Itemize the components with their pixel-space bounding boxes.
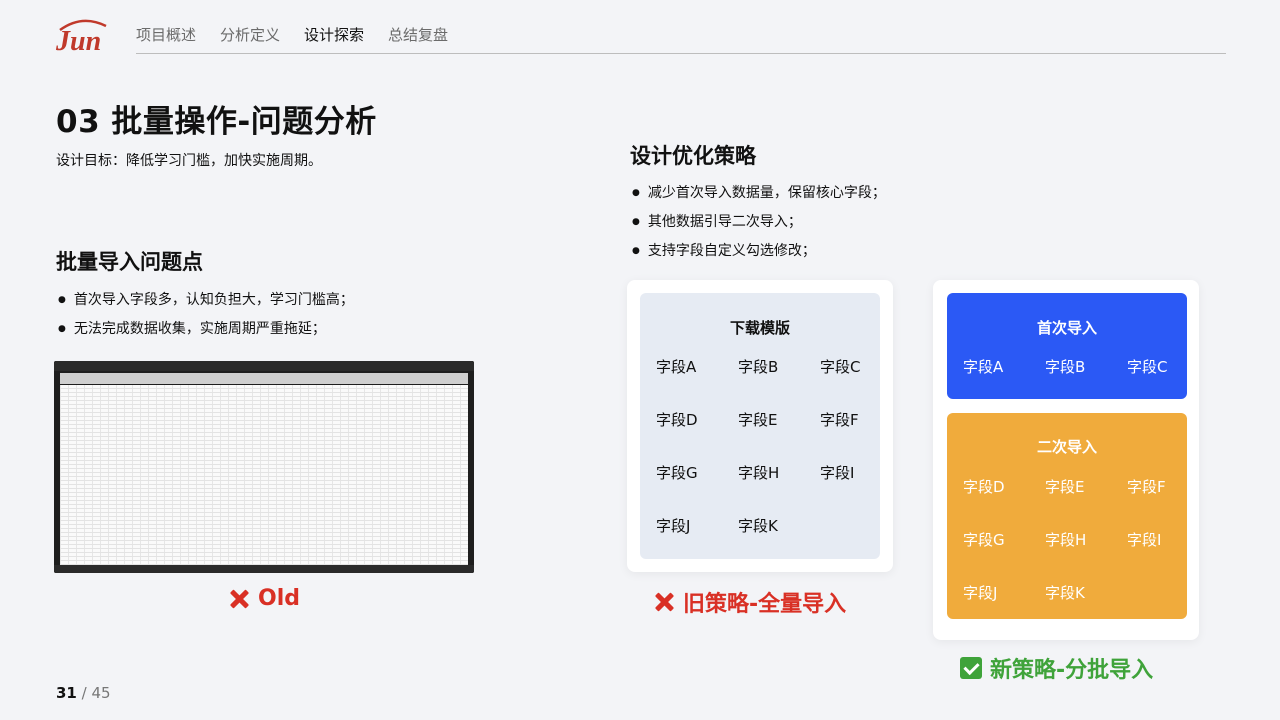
download-template-title: 下载模版: [729, 319, 790, 337]
field-item: 字段G: [656, 464, 698, 482]
current-page: 31: [56, 684, 77, 702]
first-import-title: 首次导入: [1036, 319, 1097, 337]
page-indicator: 31 / 45: [56, 684, 111, 702]
field-item: 字段C: [820, 358, 861, 376]
field-item: 字段G: [963, 531, 1005, 549]
field-item: 字段E: [738, 411, 778, 429]
old-label-text: Old: [258, 586, 300, 611]
sheet-grid: [60, 385, 468, 565]
strategy-list: 减少首次导入数据量，保留核心字段； 其他数据引导二次导入； 支持字段自定义勾选修…: [632, 180, 886, 267]
nav-divider: [136, 53, 1226, 54]
field-item: 字段K: [1045, 584, 1085, 602]
problem-item: 无法完成数据收集，实施周期严重拖延；: [58, 316, 354, 345]
field-item: 字段B: [738, 358, 779, 376]
field-item: 字段B: [1045, 358, 1086, 376]
sheet-toolbar: [54, 361, 474, 371]
old-strategy-card: 下载模版 字段A 字段B 字段C 字段D 字段E 字段F 字段G 字段H 字段I…: [627, 280, 893, 572]
field-item: 字段F: [1127, 478, 1166, 496]
field-item: 字段I: [1127, 531, 1162, 549]
field-item: 字段H: [738, 464, 780, 482]
second-import-panel: 二次导入 字段D 字段E 字段F 字段G 字段H 字段I 字段J 字段K: [947, 413, 1187, 619]
field-item: 字段E: [1045, 478, 1085, 496]
page-separator: /: [81, 684, 87, 702]
sheet-tabs-bar: [54, 565, 474, 573]
problems-list: 首次导入字段多，认知负担大，学习门槛高； 无法完成数据收集，实施周期严重拖延；: [58, 287, 354, 345]
strategy-item: 支持字段自定义勾选修改；: [632, 238, 886, 267]
page-subtitle: 设计目标：降低学习门槛，加快实施周期。: [56, 153, 322, 169]
first-import-panel: 首次导入 字段A 字段B 字段C: [947, 293, 1187, 399]
field-item: 字段J: [963, 584, 998, 602]
download-template-panel: 下载模版 字段A 字段B 字段C 字段D 字段E 字段F 字段G 字段H 字段I…: [640, 293, 880, 559]
cross-mark-icon: [228, 588, 250, 610]
nav-item-analysis[interactable]: 分析定义: [220, 24, 280, 45]
problem-item: 首次导入字段多，认知负担大，学习门槛高；: [58, 287, 354, 316]
field-item: 字段A: [963, 358, 1004, 376]
old-strategy-caption: 旧策略-全量导入: [653, 586, 846, 618]
nav-item-overview[interactable]: 项目概述: [136, 24, 196, 45]
check-mark-icon: [960, 657, 982, 679]
total-pages: 45: [91, 684, 111, 702]
top-nav: 项目概述 分析定义 设计探索 总结复盘: [136, 24, 448, 45]
new-strategy-card: 首次导入 字段A 字段B 字段C 二次导入 字段D 字段E 字段F 字段G 字段…: [933, 280, 1199, 640]
field-item: 字段F: [820, 411, 859, 429]
old-label: Old: [228, 586, 300, 611]
cross-mark-icon: [653, 591, 675, 613]
field-item: 字段D: [656, 411, 698, 429]
logo-text: Jun: [55, 26, 101, 56]
field-item: 字段C: [1127, 358, 1168, 376]
nav-item-summary[interactable]: 总结复盘: [388, 24, 448, 45]
field-item: 字段D: [963, 478, 1005, 496]
new-strategy-caption-text: 新策略-分批导入: [990, 658, 1154, 683]
old-strategy-caption-text: 旧策略-全量导入: [683, 592, 847, 617]
field-item: 字段I: [820, 464, 855, 482]
field-item: 字段K: [738, 517, 778, 535]
sheet-header-row: [60, 373, 468, 384]
page-title: 03 批量操作-问题分析: [56, 104, 377, 140]
strategy-title: 设计优化策略: [630, 144, 756, 168]
field-item: 字段H: [1045, 531, 1087, 549]
strategy-item: 其他数据引导二次导入；: [632, 209, 886, 238]
strategy-item: 减少首次导入数据量，保留核心字段；: [632, 180, 886, 209]
new-strategy-caption: 新策略-分批导入: [960, 652, 1153, 684]
jun-logo[interactable]: Jun: [54, 16, 110, 57]
field-item: 字段A: [656, 358, 697, 376]
nav-item-design[interactable]: 设计探索: [304, 24, 364, 45]
old-spreadsheet-screenshot: [54, 361, 474, 573]
second-import-title: 二次导入: [1036, 438, 1097, 456]
problems-title: 批量导入问题点: [56, 250, 203, 274]
field-item: 字段J: [656, 517, 691, 535]
